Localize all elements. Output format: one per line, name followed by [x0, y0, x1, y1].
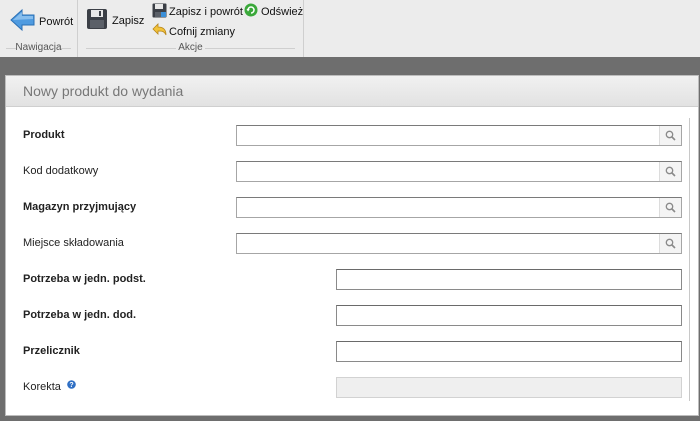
- magnifier-icon: [665, 166, 676, 177]
- correction-input: [336, 377, 682, 398]
- receiving-warehouse-lookup: [236, 197, 682, 218]
- undo-changes-button[interactable]: Cofnij zmiany: [152, 23, 235, 40]
- floppy-disk-icon: [86, 8, 108, 33]
- product-lookup-button[interactable]: [659, 126, 681, 145]
- converter-label: Przelicznik: [23, 345, 80, 357]
- correction-label: Korekta: [23, 381, 61, 393]
- need-base-unit-input[interactable]: [336, 269, 682, 290]
- save-button[interactable]: Zapisz: [86, 8, 144, 33]
- correction-label-wrap: Korekta ?: [23, 380, 76, 393]
- storage-location-row: Miejsce składowania: [6, 233, 696, 255]
- need-base-unit-row: Potrzeba w jedn. podst.: [6, 269, 696, 291]
- undo-changes-button-label: Cofnij zmiany: [169, 25, 236, 38]
- magnifier-icon: [665, 238, 676, 249]
- storage-location-label: Miejsce składowania: [23, 237, 124, 249]
- refresh-button-label: Odśwież: [261, 5, 304, 18]
- correction-row: Korekta ?: [6, 377, 696, 399]
- extra-code-lookup: [236, 161, 682, 182]
- navigation-group-caption: Nawigacja: [0, 42, 77, 53]
- magnifier-icon: [665, 130, 676, 141]
- need-extra-unit-row: Potrzeba w jedn. dod.: [6, 305, 696, 327]
- need-extra-unit-label: Potrzeba w jedn. dod.: [23, 309, 137, 321]
- refresh-button[interactable]: Odśwież: [244, 3, 303, 20]
- storage-location-lookup: [236, 233, 682, 254]
- undo-icon: [152, 23, 167, 40]
- extra-code-row: Kod dodatkowy: [6, 161, 696, 183]
- receiving-warehouse-row: Magazyn przyjmujący: [6, 197, 696, 219]
- save-and-back-button-label: Zapisz i powrót: [169, 6, 243, 18]
- new-product-form-panel: Nowy produkt do wydania Produkt Kod doda…: [5, 75, 699, 416]
- need-base-unit-label: Potrzeba w jedn. podst.: [23, 273, 146, 285]
- back-button[interactable]: Powrót: [10, 8, 73, 35]
- extra-code-lookup-button[interactable]: [659, 162, 681, 181]
- help-icon[interactable]: ?: [67, 380, 76, 392]
- svg-text:?: ?: [69, 382, 73, 389]
- panel-title: Nowy produkt do wydania: [6, 76, 698, 107]
- navigation-group: Powrót Nawigacja: [0, 0, 78, 57]
- save-and-back-button[interactable]: Zapisz i powrót: [152, 3, 243, 21]
- product-row: Produkt: [6, 125, 696, 147]
- product-input[interactable]: [237, 126, 659, 145]
- actions-group-caption: Akcje: [78, 42, 303, 53]
- receiving-warehouse-lookup-button[interactable]: [659, 198, 681, 217]
- magnifier-icon: [665, 202, 676, 213]
- extra-code-label: Kod dodatkowy: [23, 165, 99, 177]
- storage-location-lookup-button[interactable]: [659, 234, 681, 253]
- arrow-left-icon: [10, 8, 36, 35]
- need-extra-unit-input[interactable]: [336, 305, 682, 326]
- converter-row: Przelicznik: [6, 341, 696, 363]
- converter-input[interactable]: [336, 341, 682, 362]
- ribbon-toolbar: Powrót Nawigacja Akcje Zapisz Zapisz i p…: [0, 0, 700, 57]
- extra-code-input[interactable]: [237, 162, 659, 181]
- storage-location-input[interactable]: [237, 234, 659, 253]
- refresh-icon: [244, 3, 258, 20]
- product-label: Produkt: [23, 129, 65, 141]
- receiving-warehouse-label: Magazyn przyjmujący: [23, 201, 137, 213]
- save-button-label: Zapisz: [112, 14, 145, 27]
- back-button-label: Powrót: [39, 15, 74, 28]
- receiving-warehouse-input[interactable]: [237, 198, 659, 217]
- floppy-disk-small-icon: [152, 3, 167, 21]
- product-lookup: [236, 125, 682, 146]
